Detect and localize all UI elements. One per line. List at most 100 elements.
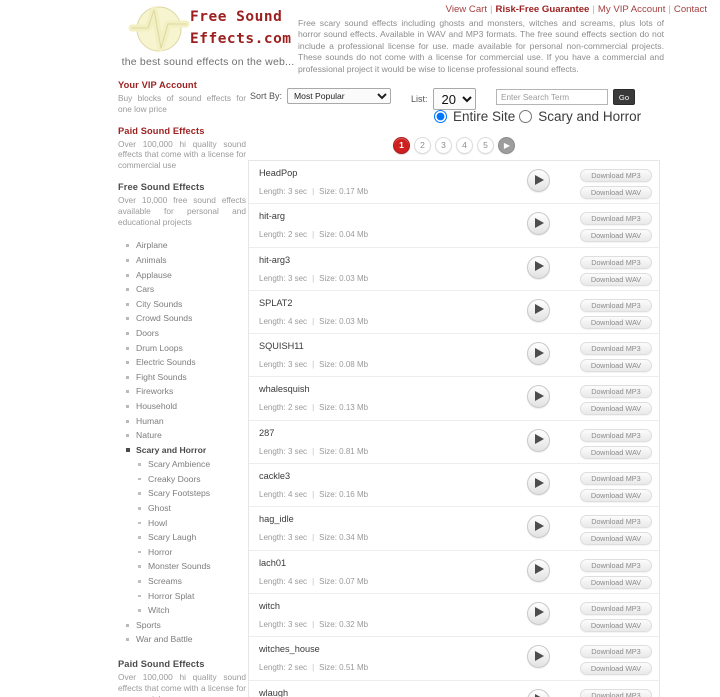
download-mp3-button[interactable]: Download MP3 bbox=[580, 385, 652, 399]
sidebar-item-electric-sounds[interactable]: Electric Sounds bbox=[118, 355, 246, 370]
sidebar-subitem-scary-ambience[interactable]: Scary Ambience bbox=[118, 457, 246, 472]
play-icon[interactable] bbox=[527, 212, 550, 236]
sidebar-item-doors[interactable]: Doors bbox=[118, 326, 246, 341]
download-wav-button[interactable]: Download WAV bbox=[580, 575, 652, 589]
download-mp3-button[interactable]: Download MP3 bbox=[580, 688, 652, 697]
download-mp3-button[interactable]: Download MP3 bbox=[580, 558, 652, 572]
sort-by-select[interactable]: Most Popular bbox=[287, 88, 392, 104]
play-triangle-icon bbox=[535, 261, 544, 272]
sort-by-control: Sort By: Most Popular bbox=[250, 88, 392, 104]
sidebar-item-war-and-battle[interactable]: War and Battle bbox=[118, 632, 246, 647]
play-icon[interactable] bbox=[527, 601, 550, 625]
search-input[interactable] bbox=[496, 89, 608, 105]
sidebar-subitem-creaky-doors[interactable]: Creaky Doors bbox=[118, 472, 246, 487]
download-mp3-button[interactable]: Download MP3 bbox=[580, 472, 652, 486]
download-mp3-button[interactable]: Download MP3 bbox=[580, 645, 652, 659]
sidebar-subitem-witch[interactable]: Witch bbox=[118, 603, 246, 618]
play-icon[interactable] bbox=[527, 255, 550, 279]
sidebar-subitem-label: Witch bbox=[148, 605, 170, 616]
pagination-page-3[interactable]: 3 bbox=[435, 136, 452, 154]
pagination-page-4[interactable]: 4 bbox=[456, 136, 473, 154]
sidebar-subitem-howl[interactable]: Howl bbox=[118, 516, 246, 531]
download-mp3-button[interactable]: Download MP3 bbox=[580, 212, 652, 226]
play-icon[interactable] bbox=[527, 385, 550, 409]
sidebar-item-crowd-sounds[interactable]: Crowd Sounds bbox=[118, 311, 246, 326]
sidebar-item-fireworks[interactable]: Fireworks bbox=[118, 384, 246, 399]
play-icon[interactable] bbox=[527, 472, 550, 496]
sidebar-item-city-sounds[interactable]: City Sounds bbox=[118, 297, 246, 312]
download-wav-button[interactable]: Download WAV bbox=[580, 489, 652, 503]
download-mp3-button[interactable]: Download MP3 bbox=[580, 601, 652, 615]
play-icon[interactable] bbox=[527, 342, 550, 366]
sidebar-subitem-ghost[interactable]: Ghost bbox=[118, 501, 246, 516]
play-icon[interactable] bbox=[527, 558, 550, 582]
sound-effect-meta: Length: 4 sec | Size: 0.16 Mb bbox=[259, 490, 368, 499]
download-wav-button[interactable]: Download WAV bbox=[580, 662, 652, 676]
play-triangle-icon bbox=[535, 477, 544, 488]
bullet-icon bbox=[126, 273, 129, 277]
bullet-icon bbox=[126, 346, 129, 350]
download-wav-button[interactable]: Download WAV bbox=[580, 532, 652, 546]
sidebar-subitem-screams[interactable]: Screams bbox=[118, 574, 246, 589]
scope-radio-entire-site[interactable] bbox=[434, 110, 447, 123]
sidebar-item-fight-sounds[interactable]: Fight Sounds bbox=[118, 370, 246, 385]
play-icon[interactable] bbox=[527, 428, 550, 452]
sound-effect-row: witch Length: 3 sec | Size: 0.32 Mb Download… bbox=[249, 593, 659, 638]
sidebar-item-nature[interactable]: Nature bbox=[118, 428, 246, 443]
pagination-page-2[interactable]: 2 bbox=[414, 136, 431, 154]
download-mp3-button[interactable]: Download MP3 bbox=[580, 342, 652, 356]
sidebar-item-cars[interactable]: Cars bbox=[118, 282, 246, 297]
download-mp3-button[interactable]: Download MP3 bbox=[580, 515, 652, 529]
logo-line-2: Effects.com bbox=[190, 31, 292, 47]
sidebar-item-animals[interactable]: Animals bbox=[118, 253, 246, 268]
sidebar-subitem-scary-footsteps[interactable]: Scary Footsteps bbox=[118, 486, 246, 501]
sidebar-item-scary-and-horror[interactable]: Scary and Horror bbox=[118, 443, 246, 458]
play-icon[interactable] bbox=[527, 515, 550, 539]
download-mp3-button[interactable]: Download MP3 bbox=[580, 169, 652, 182]
download-wav-button[interactable]: Download WAV bbox=[580, 272, 652, 286]
download-mp3-button[interactable]: Download MP3 bbox=[580, 255, 652, 269]
download-mp3-button[interactable]: Download MP3 bbox=[580, 298, 652, 312]
sidebar-item-household[interactable]: Household bbox=[118, 399, 246, 414]
download-wav-button[interactable]: Download WAV bbox=[580, 445, 652, 459]
size-value: 0.13 Mb bbox=[339, 403, 369, 413]
download-mp3-button[interactable]: Download MP3 bbox=[580, 428, 652, 442]
site-logo[interactable]: Free Sound Effects.com the best sound ef… bbox=[118, 2, 298, 68]
sidebar-item-human[interactable]: Human bbox=[118, 414, 246, 429]
sidebar-subitem-horror-splat[interactable]: Horror Splat bbox=[118, 589, 246, 604]
pagination-page-5[interactable]: 5 bbox=[477, 136, 494, 154]
search-go-button[interactable]: Go bbox=[613, 89, 635, 105]
sidebar-subitem-scary-laugh[interactable]: Scary Laugh bbox=[118, 530, 246, 545]
play-icon[interactable] bbox=[527, 688, 550, 697]
sidebar-item-applause[interactable]: Applause bbox=[118, 268, 246, 283]
nav-link-view-cart[interactable]: View Cart bbox=[446, 4, 487, 15]
list-size-select[interactable]: 20 bbox=[432, 88, 476, 110]
sidebar-item-drum-loops[interactable]: Drum Loops bbox=[118, 341, 246, 356]
download-wav-button[interactable]: Download WAV bbox=[580, 359, 652, 373]
sound-effect-meta: Length: 2 sec | Size: 0.04 Mb bbox=[259, 230, 368, 239]
sidebar-item-sports[interactable]: Sports bbox=[118, 618, 246, 633]
download-wav-button[interactable]: Download WAV bbox=[580, 186, 652, 199]
play-icon[interactable] bbox=[527, 645, 550, 669]
length-value: 4 sec bbox=[287, 576, 308, 586]
pagination-next-icon[interactable]: ▶ bbox=[498, 136, 515, 154]
download-wav-button[interactable]: Download WAV bbox=[580, 315, 652, 329]
sidebar-subitem-monster-sounds[interactable]: Monster Sounds bbox=[118, 559, 246, 574]
nav-link-risk-free-guarantee[interactable]: Risk-Free Guarantee bbox=[496, 4, 590, 15]
size-value: 0.04 Mb bbox=[339, 230, 369, 240]
play-icon[interactable] bbox=[527, 169, 550, 192]
download-wav-button[interactable]: Download WAV bbox=[580, 618, 652, 632]
sidebar-subitem-label: Scary Ambience bbox=[148, 459, 211, 470]
scope-radio-scary-and-horror[interactable] bbox=[519, 110, 533, 123]
sidebar-subitem-horror[interactable]: Horror bbox=[118, 545, 246, 560]
download-wav-button[interactable]: Download WAV bbox=[580, 402, 652, 416]
meta-separator: | bbox=[312, 663, 315, 673]
play-icon[interactable] bbox=[527, 298, 550, 322]
nav-link-contact[interactable]: Contact bbox=[674, 4, 707, 15]
nav-link-my-vip-account[interactable]: My VIP Account bbox=[598, 4, 666, 15]
sidebar-item-airplane[interactable]: Airplane bbox=[118, 238, 246, 253]
scope-label-entire-site[interactable]: Entire Site bbox=[453, 109, 515, 124]
pagination-page-1[interactable]: 1 bbox=[393, 136, 410, 154]
download-wav-button[interactable]: Download WAV bbox=[580, 229, 652, 243]
scope-label-scary-and-horror[interactable]: Scary and Horror bbox=[538, 109, 641, 124]
